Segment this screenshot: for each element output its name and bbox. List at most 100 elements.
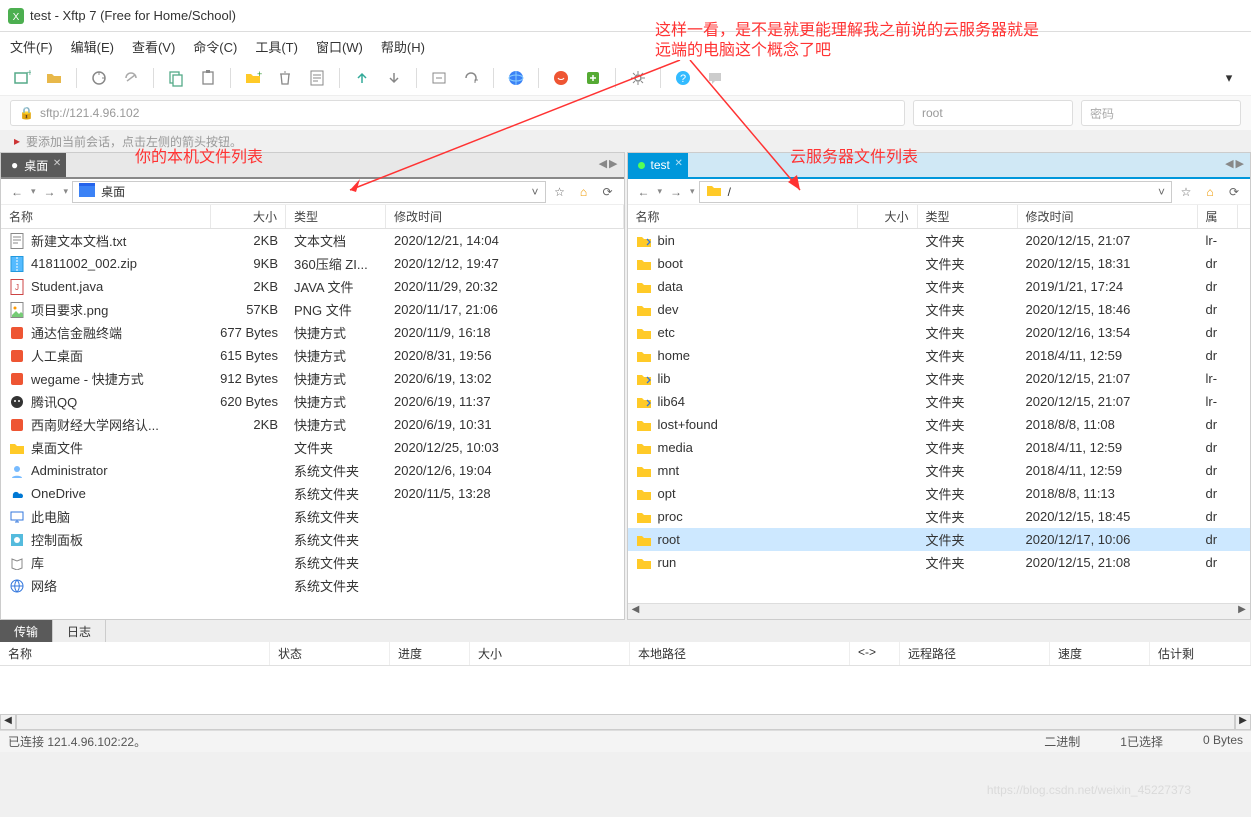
file-row[interactable]: 腾讯QQ620 Bytes快捷方式2020/6/19, 11:37: [1, 390, 624, 413]
refresh-panel-icon[interactable]: ⟳: [598, 182, 618, 202]
menu-help[interactable]: 帮助(H): [381, 37, 425, 56]
col-date[interactable]: 修改时间: [1018, 205, 1198, 228]
download-icon[interactable]: [382, 66, 406, 90]
file-row[interactable]: Administrator系统文件夹2020/12/6, 19:04: [1, 459, 624, 482]
forward-icon[interactable]: →: [40, 182, 60, 202]
file-row[interactable]: root文件夹2020/12/17, 10:06dr: [628, 528, 1251, 551]
open-icon[interactable]: [42, 66, 66, 90]
file-row[interactable]: 通达信金融终端677 Bytes快捷方式2020/11/9, 16:18: [1, 321, 624, 344]
log-tab[interactable]: 日志: [53, 620, 106, 642]
paste-icon[interactable]: [196, 66, 220, 90]
col-size[interactable]: 大小: [858, 205, 918, 228]
chevron-down-icon[interactable]: ˅: [1158, 185, 1165, 199]
file-row[interactable]: lib文件夹2020/12/15, 21:07lr-: [628, 367, 1251, 390]
local-path-input[interactable]: 桌面 ˅: [72, 181, 545, 203]
user-input[interactable]: root: [913, 100, 1073, 126]
col-name[interactable]: 名称: [628, 205, 858, 228]
file-row[interactable]: 41811002_002.zip9KB360压缩 ZI...2020/12/12…: [1, 252, 624, 275]
col-type[interactable]: 类型: [918, 205, 1018, 228]
th-arrow[interactable]: <->: [850, 642, 900, 665]
properties-icon[interactable]: [305, 66, 329, 90]
tab-prev-icon[interactable]: ◀: [599, 157, 607, 170]
address-input[interactable]: 🔒 sftp://121.4.96.102: [10, 100, 905, 126]
col-size[interactable]: 大小: [211, 205, 286, 228]
chat-icon[interactable]: [703, 66, 727, 90]
transfer-tab[interactable]: 传输: [0, 620, 53, 642]
th-progress[interactable]: 进度: [390, 642, 470, 665]
th-speed[interactable]: 速度: [1050, 642, 1150, 665]
tab-prev-icon[interactable]: ◀: [1225, 157, 1233, 170]
close-icon[interactable]: ✕: [53, 158, 61, 169]
th-size[interactable]: 大小: [470, 642, 630, 665]
menu-view[interactable]: 查看(V): [132, 37, 175, 56]
file-row[interactable]: lib64文件夹2020/12/15, 21:07lr-: [628, 390, 1251, 413]
file-row[interactable]: run文件夹2020/12/15, 21:08dr: [628, 551, 1251, 574]
reconnect-icon[interactable]: [87, 66, 111, 90]
upload-icon[interactable]: [350, 66, 374, 90]
file-row[interactable]: 桌面文件文件夹2020/12/25, 10:03: [1, 436, 624, 459]
file-row[interactable]: 控制面板系统文件夹: [1, 528, 624, 551]
refresh-panel-icon[interactable]: ⟳: [1224, 182, 1244, 202]
transfer-scrollbar[interactable]: ◀▶: [0, 714, 1251, 730]
refresh-icon[interactable]: [459, 66, 483, 90]
remote-tab[interactable]: test ✕: [628, 153, 688, 177]
th-eta[interactable]: 估计剩: [1150, 642, 1251, 665]
menu-file[interactable]: 文件(F): [10, 37, 53, 56]
disconnect-icon[interactable]: [119, 66, 143, 90]
menu-tool[interactable]: 工具(T): [255, 37, 298, 56]
close-icon[interactable]: ✕: [674, 158, 682, 169]
file-row[interactable]: 项目要求.png57KBPNG 文件2020/11/17, 21:06: [1, 298, 624, 321]
remote-file-list[interactable]: bin文件夹2020/12/15, 21:07lr-boot文件夹2020/12…: [628, 229, 1251, 603]
file-row[interactable]: opt文件夹2018/8/8, 11:13dr: [628, 482, 1251, 505]
help-icon[interactable]: ?: [671, 66, 695, 90]
col-date[interactable]: 修改时间: [386, 205, 624, 228]
file-row[interactable]: 人工桌面615 Bytes快捷方式2020/8/31, 19:56: [1, 344, 624, 367]
file-row[interactable]: media文件夹2018/4/11, 12:59dr: [628, 436, 1251, 459]
globe-icon[interactable]: [504, 66, 528, 90]
file-row[interactable]: 此电脑系统文件夹: [1, 505, 624, 528]
local-tab[interactable]: ● 桌面 ✕: [1, 153, 66, 177]
th-status[interactable]: 状态: [270, 642, 390, 665]
file-row[interactable]: mnt文件夹2018/4/11, 12:59dr: [628, 459, 1251, 482]
file-row[interactable]: dev文件夹2020/12/15, 18:46dr: [628, 298, 1251, 321]
th-remote[interactable]: 远程路径: [900, 642, 1050, 665]
file-row[interactable]: data文件夹2019/1/21, 17:24dr: [628, 275, 1251, 298]
file-row[interactable]: etc文件夹2020/12/16, 13:54dr: [628, 321, 1251, 344]
menu-window[interactable]: 窗口(W): [316, 37, 363, 56]
remote-hscroll[interactable]: ◀▶: [628, 603, 1251, 619]
home-icon[interactable]: ⌂: [574, 182, 594, 202]
file-row[interactable]: JStudent.java2KBJAVA 文件2020/11/29, 20:32: [1, 275, 624, 298]
local-file-list[interactable]: 新建文本文档.txt2KB文本文档2020/12/21, 14:04418110…: [1, 229, 624, 619]
tab-next-icon[interactable]: ▶: [1236, 157, 1244, 170]
password-input[interactable]: 密码: [1081, 100, 1241, 126]
overflow-icon[interactable]: ▾: [1217, 66, 1241, 90]
file-row[interactable]: 新建文本文档.txt2KB文本文档2020/12/21, 14:04: [1, 229, 624, 252]
file-row[interactable]: 网络系统文件夹: [1, 574, 624, 597]
file-row[interactable]: proc文件夹2020/12/15, 18:45dr: [628, 505, 1251, 528]
file-row[interactable]: 库系统文件夹: [1, 551, 624, 574]
remote-path-input[interactable]: / ˅: [699, 181, 1172, 203]
file-row[interactable]: OneDrive系统文件夹2020/11/5, 13:28: [1, 482, 624, 505]
tab-next-icon[interactable]: ▶: [609, 157, 617, 170]
menu-edit[interactable]: 编辑(E): [71, 37, 114, 56]
col-attr[interactable]: 属: [1198, 205, 1238, 228]
delete-icon[interactable]: [273, 66, 297, 90]
chevron-down-icon[interactable]: ˅: [531, 185, 538, 199]
menu-cmd[interactable]: 命令(C): [193, 37, 237, 56]
file-row[interactable]: 西南财经大学网络认...2KB快捷方式2020/6/19, 10:31: [1, 413, 624, 436]
col-type[interactable]: 类型: [286, 205, 386, 228]
file-row[interactable]: boot文件夹2020/12/15, 18:31dr: [628, 252, 1251, 275]
settings-icon[interactable]: [626, 66, 650, 90]
newfolder-icon[interactable]: +: [241, 66, 265, 90]
back-icon[interactable]: ←: [634, 182, 654, 202]
th-name[interactable]: 名称: [0, 642, 270, 665]
file-row[interactable]: lost+found文件夹2018/8/8, 11:08dr: [628, 413, 1251, 436]
file-row[interactable]: bin文件夹2020/12/15, 21:07lr-: [628, 229, 1251, 252]
copy-icon[interactable]: [164, 66, 188, 90]
file-row[interactable]: wegame - 快捷方式912 Bytes快捷方式2020/6/19, 13:…: [1, 367, 624, 390]
col-name[interactable]: 名称: [1, 205, 211, 228]
back-icon[interactable]: ←: [7, 182, 27, 202]
forward-icon[interactable]: →: [666, 182, 686, 202]
star-icon[interactable]: ☆: [550, 182, 570, 202]
sync-icon[interactable]: [427, 66, 451, 90]
